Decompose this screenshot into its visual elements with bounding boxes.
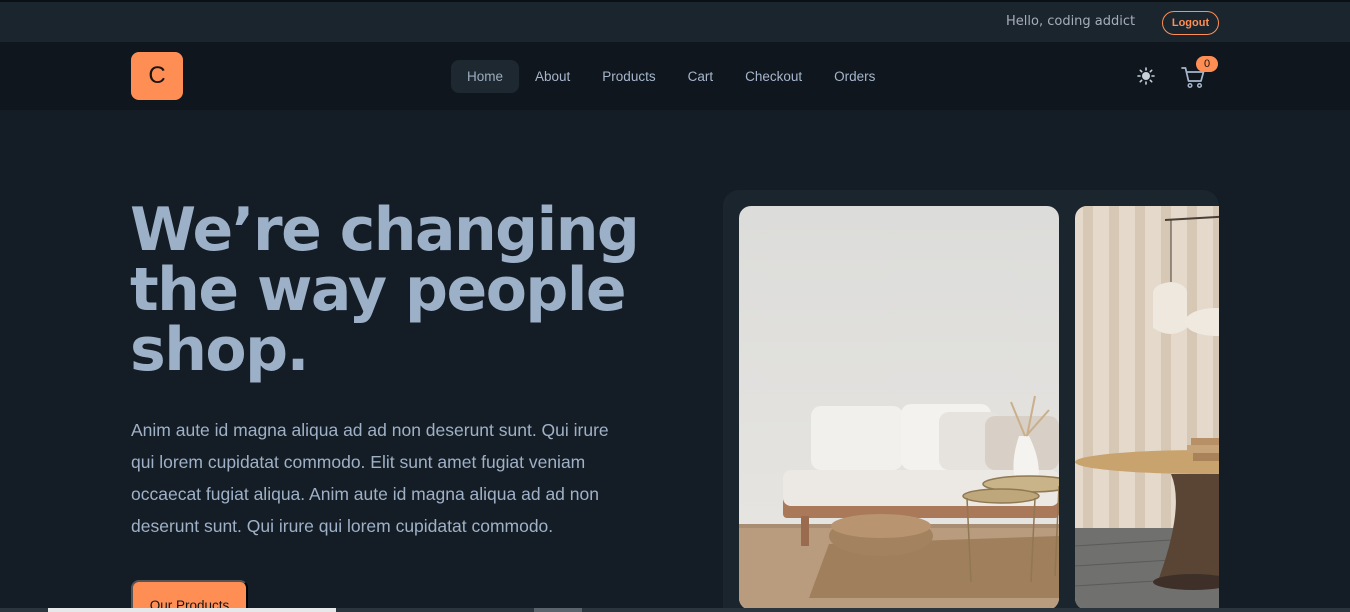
hero-description: Anim aute id magna aliqua ad ad non dese… — [131, 420, 609, 536]
cart-count-badge: 0 — [1196, 56, 1218, 72]
main-navbar: C Home About Products Cart Checkout Orde… — [0, 42, 1350, 110]
user-greeting: Hello, coding addict — [1006, 14, 1136, 29]
hero-carousel[interactable] — [723, 190, 1219, 612]
sun-icon[interactable] — [1137, 67, 1155, 85]
nav-links: Home About Products Cart Checkout Orders — [451, 58, 891, 94]
nav-link-checkout[interactable]: Checkout — [729, 60, 818, 93]
nav-link-orders[interactable]: Orders — [818, 60, 891, 93]
hero-title: We’re changing the way people shop. — [130, 195, 640, 385]
nav-link-about[interactable]: About — [519, 60, 586, 93]
nav-link-cart[interactable]: Cart — [672, 60, 730, 93]
top-bar: Hello, coding addict Logout — [0, 0, 1350, 42]
round-table-lamps-image — [1075, 206, 1219, 610]
logo-letter: C — [148, 62, 166, 89]
logo-button[interactable]: C — [131, 52, 183, 100]
horizontal-scrollbar[interactable] — [0, 608, 1350, 612]
scrollbar-segment — [534, 608, 582, 612]
cart-button[interactable]: 0 — [1180, 56, 1220, 94]
logout-button[interactable]: Logout — [1162, 11, 1219, 35]
nav-link-products[interactable]: Products — [586, 60, 671, 93]
scrollbar-thumb[interactable] — [48, 608, 336, 612]
nav-link-home[interactable]: Home — [451, 59, 520, 93]
living-room-sofa-image — [739, 206, 1059, 610]
